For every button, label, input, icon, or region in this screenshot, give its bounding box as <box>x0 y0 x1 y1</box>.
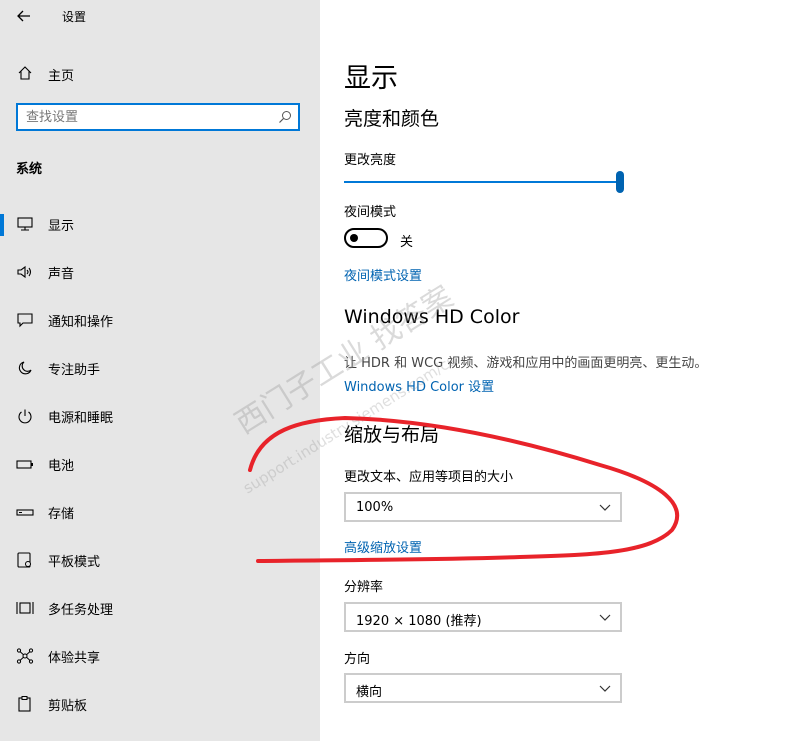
night-mode-label: 夜间模式 <box>344 205 397 220</box>
scale-value: 100% <box>356 500 394 515</box>
sidebar-item-label: 专注助手 <box>48 363 101 378</box>
storage-icon <box>16 509 34 516</box>
window-title: 设置 <box>62 10 87 24</box>
sidebar-item-label: 剪贴板 <box>48 699 88 714</box>
section-title-scale-layout: 缩放与布局 <box>344 424 440 446</box>
page-title: 显示 <box>344 63 398 94</box>
sidebar-item-sound[interactable]: 声音 <box>0 252 320 292</box>
multitask-icon <box>16 602 34 614</box>
sidebar-item-home[interactable]: 主页 <box>0 60 320 88</box>
search-icon[interactable] <box>278 110 292 124</box>
sidebar-item-battery[interactable]: 电池 <box>0 444 320 484</box>
notification-icon <box>17 313 33 328</box>
sidebar-item-label: 体验共享 <box>48 651 101 666</box>
speaker-icon <box>17 265 32 279</box>
active-indicator <box>0 214 4 236</box>
chevron-down-icon <box>599 685 611 692</box>
resolution-value: 1920 × 1080 (推荐) <box>356 614 482 629</box>
hd-color-settings-link[interactable]: Windows HD Color 设置 <box>344 376 494 395</box>
sidebar-item-label: 主页 <box>48 69 75 84</box>
sidebar-item-shared-experiences[interactable]: 体验共享 <box>0 636 320 676</box>
back-arrow-icon[interactable] <box>14 6 34 26</box>
sidebar-item-tablet-mode[interactable]: 平板模式 <box>0 540 320 580</box>
resolution-label: 分辨率 <box>344 580 384 595</box>
sidebar-item-label: 平板模式 <box>48 555 101 570</box>
scale-label: 更改文本、应用等项目的大小 <box>344 470 514 485</box>
sidebar-item-label: 声音 <box>48 267 75 282</box>
share-icon <box>16 648 34 664</box>
chevron-down-icon <box>599 614 611 621</box>
orientation-dropdown[interactable]: 横向 <box>344 673 622 703</box>
sidebar-item-label: 电源和睡眠 <box>48 411 114 426</box>
battery-icon <box>16 460 33 469</box>
sidebar-item-multitasking[interactable]: 多任务处理 <box>0 588 320 628</box>
sidebar-item-power-sleep[interactable]: 电源和睡眠 <box>0 396 320 436</box>
sidebar-item-label: 显示 <box>48 219 75 234</box>
sidebar-item-label: 多任务处理 <box>48 603 114 618</box>
power-icon <box>18 409 32 424</box>
clipboard-icon <box>18 696 31 712</box>
brightness-label: 更改亮度 <box>344 153 397 168</box>
sidebar-item-notifications[interactable]: 通知和操作 <box>0 300 320 340</box>
sidebar-item-focus-assist[interactable]: 专注助手 <box>0 348 320 388</box>
night-mode-state: 关 <box>400 235 414 250</box>
advanced-scaling-link[interactable]: 高级缩放设置 <box>344 537 422 556</box>
section-title-hd-color: Windows HD Color <box>344 306 520 328</box>
section-label-system: 系统 <box>16 162 43 177</box>
search-input[interactable] <box>26 108 266 126</box>
moon-icon <box>18 361 32 375</box>
section-title-brightness-color: 亮度和颜色 <box>344 108 440 130</box>
sidebar: 设置 主页 系统 显示 声音 通知和操作 <box>0 0 320 741</box>
brightness-slider-track[interactable] <box>344 181 620 183</box>
tablet-icon <box>17 552 31 568</box>
brightness-slider-thumb[interactable] <box>616 171 624 193</box>
night-mode-settings-link[interactable]: 夜间模式设置 <box>344 265 422 284</box>
monitor-icon <box>17 217 33 231</box>
search-box[interactable] <box>16 103 300 131</box>
chevron-down-icon <box>599 504 611 511</box>
home-icon <box>18 66 32 80</box>
sidebar-item-storage[interactable]: 存储 <box>0 492 320 532</box>
toggle-knob <box>350 234 358 242</box>
sidebar-item-display[interactable]: 显示 <box>0 204 320 244</box>
sidebar-item-label: 电池 <box>48 459 75 474</box>
sidebar-item-label: 通知和操作 <box>48 315 114 330</box>
scale-dropdown[interactable]: 100% <box>344 492 622 522</box>
night-mode-toggle[interactable] <box>344 228 388 248</box>
orientation-value: 横向 <box>356 685 383 700</box>
orientation-label: 方向 <box>344 652 371 667</box>
sidebar-item-label: 存储 <box>48 507 75 522</box>
sidebar-item-clipboard[interactable]: 剪贴板 <box>0 684 320 724</box>
hd-color-description: 让 HDR 和 WCG 视频、游戏和应用中的画面更明亮、更生动。 <box>344 356 708 371</box>
main-content: 显示 亮度和颜色 更改亮度 夜间模式 关 夜间模式设置 Windows HD C… <box>320 0 792 741</box>
resolution-dropdown[interactable]: 1920 × 1080 (推荐) <box>344 602 622 632</box>
